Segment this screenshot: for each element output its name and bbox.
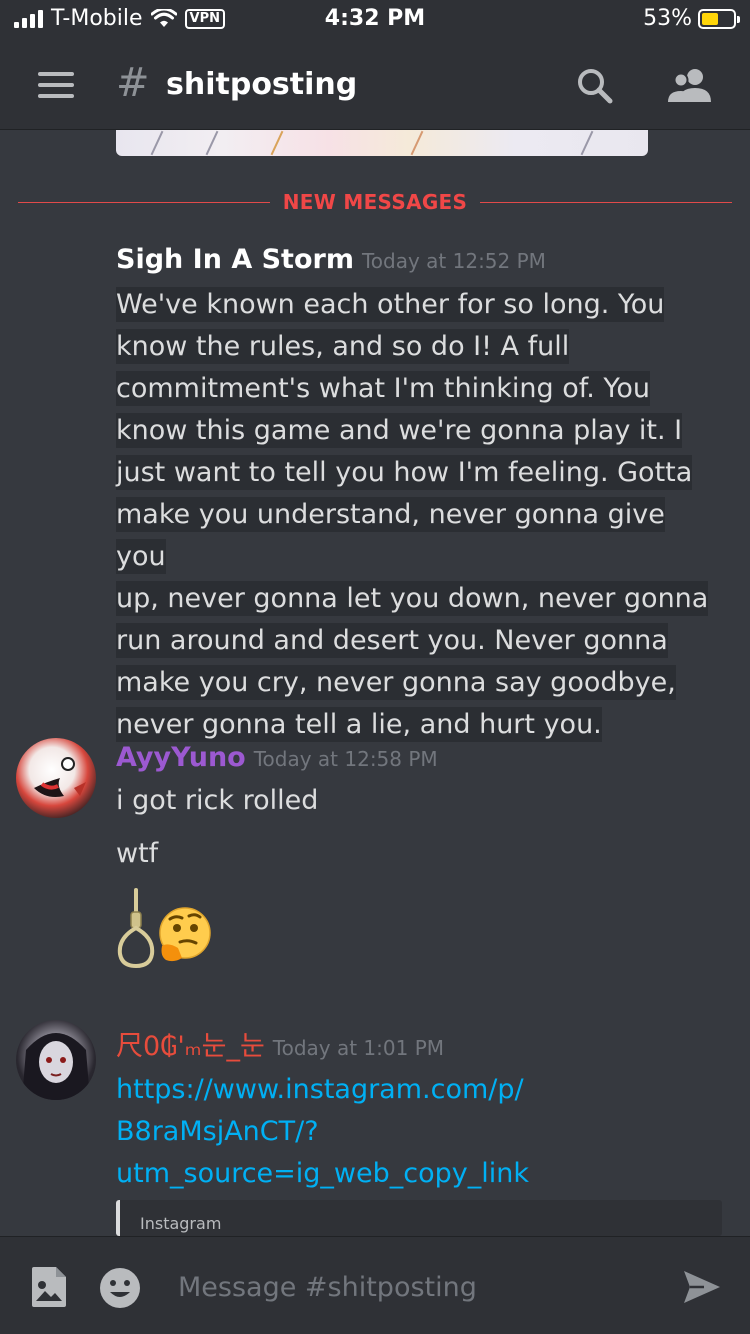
message-line: know the rules, and so do I! A full [116, 329, 570, 364]
status-bar: T-Mobile VPN 4:32 PM 53% [0, 0, 750, 40]
message-text: wtf [116, 838, 159, 869]
message-header: AyyYuno Today at 12:58 PM [116, 742, 716, 773]
avatar[interactable] [16, 1020, 96, 1100]
message-timestamp: Today at 12:52 PM [361, 249, 546, 273]
message-input[interactable] [178, 1267, 648, 1307]
message-sigh-in-a-storm: Sigh In A Storm Today at 12:52 PM We've … [116, 244, 716, 746]
message-text: i got rick rolled [116, 785, 319, 816]
emoji-row [116, 888, 212, 970]
emoji-picker-icon[interactable] [99, 1267, 141, 1309]
hamburger-menu-icon[interactable] [38, 72, 74, 98]
message-timestamp: Today at 12:58 PM [253, 747, 438, 771]
message-line: commitment's what I'm thinking of. You [116, 371, 650, 406]
image-attachment[interactable] [116, 130, 648, 156]
message-header: Sigh In A Storm Today at 12:52 PM [116, 244, 716, 284]
message-author[interactable]: AyyYuno [116, 742, 246, 773]
status-right: 53% [643, 6, 740, 31]
message-author[interactable]: Sigh In A Storm [116, 244, 354, 275]
message-line: We've known each other for so long. You [116, 287, 665, 322]
send-icon[interactable] [682, 1269, 722, 1305]
message-line: never gonna tell a lie, and hurt you. [116, 707, 602, 742]
image-upload-icon[interactable] [30, 1265, 68, 1309]
noose-emoji [117, 888, 155, 969]
link-line[interactable]: B8raMsjAnCT/? [116, 1116, 319, 1147]
message-line: run around and desert you. Never gonna [116, 623, 668, 658]
message-line: know this game and we're gonna play it. … [116, 413, 683, 448]
message-author[interactable]: 尺0₲'ₘ눈_눈 [116, 1031, 265, 1062]
members-icon[interactable] [665, 66, 715, 106]
message-ayyyuno: AyyYuno Today at 12:58 PM i got rick roll… [116, 742, 716, 869]
message-body: We've known each other for so long. You … [116, 284, 716, 746]
channel-title: shitposting [166, 67, 358, 102]
channel-hash-icon: # [116, 60, 150, 106]
message-line: up, never gonna let you down, never gonn… [116, 581, 709, 616]
embed-provider: Instagram [140, 1214, 222, 1233]
message-link[interactable]: https://www.instagram.com/p/ B8raMsjAnCT… [116, 1069, 716, 1195]
battery-fill [702, 12, 718, 25]
battery-percent: 53% [643, 6, 692, 31]
message-line: make you cry, never gonna say goodbye, [116, 665, 676, 700]
channel-header: # shitposting [0, 40, 750, 130]
message-header: 尺0₲'ₘ눈_눈 Today at 1:01 PM [116, 1024, 716, 1063]
message-line: make you understand, never gonna give yo… [116, 497, 665, 574]
link-line[interactable]: utm_source=ig_web_copy_link [116, 1158, 529, 1189]
message-rogue: 尺0₲'ₘ눈_눈 Today at 1:01 PM https://www.ins… [116, 1024, 716, 1195]
avatar[interactable] [16, 738, 96, 818]
thinking-face-emoji [159, 907, 211, 962]
battery-icon [698, 8, 740, 29]
search-icon[interactable] [575, 66, 615, 106]
message-line: just want to tell you how I'm feeling. G… [116, 455, 693, 490]
message-timestamp: Today at 1:01 PM [272, 1036, 445, 1060]
new-messages-divider: NEW MESSAGES [18, 188, 732, 218]
link-line[interactable]: https://www.instagram.com/p/ [116, 1074, 524, 1105]
message-composer [0, 1236, 750, 1334]
status-time: 4:32 PM [324, 6, 426, 31]
link-embed[interactable]: Instagram [116, 1200, 722, 1236]
